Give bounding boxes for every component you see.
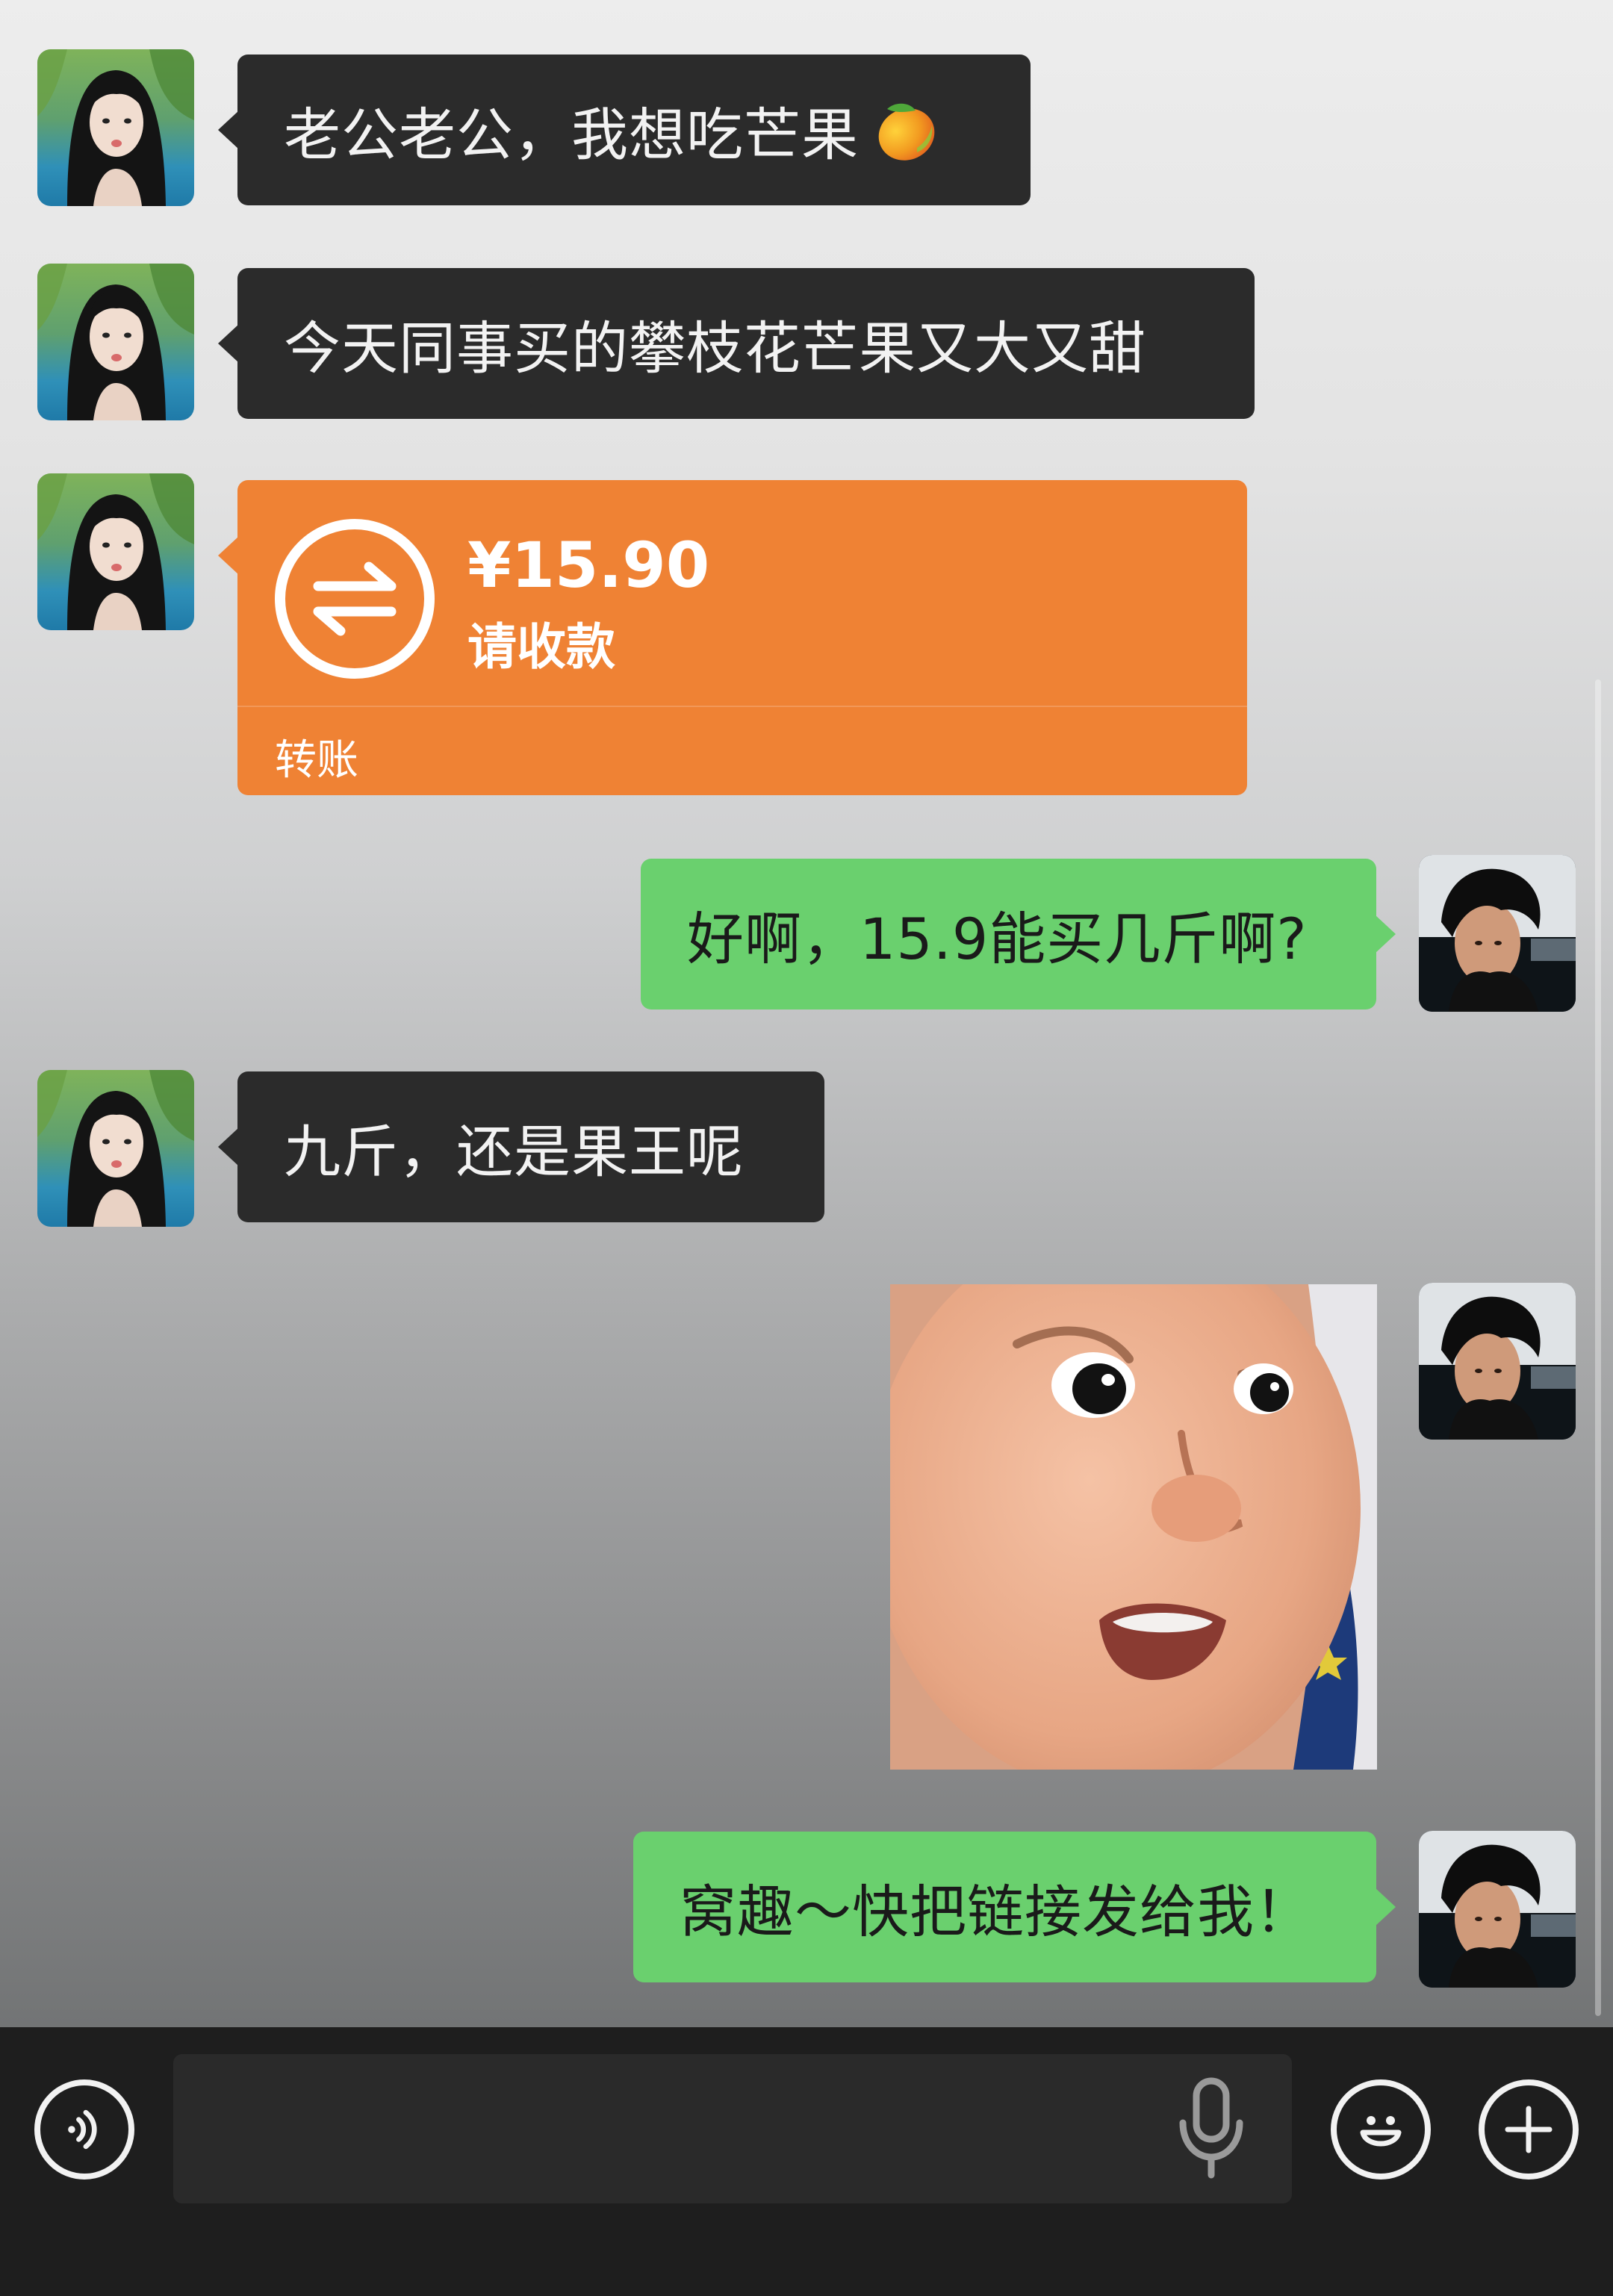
- mango-icon: [871, 96, 939, 164]
- message-text: 九斤，还是果王呢: [284, 1119, 744, 1185]
- my-avatar-image: [1419, 1283, 1576, 1440]
- transfer-status: 请收款: [467, 618, 615, 676]
- chat-scrollbar[interactable]: [1595, 679, 1601, 2016]
- input-bar: [0, 2027, 1613, 2296]
- emoji-icon: [1360, 2116, 1402, 2147]
- contact-avatar[interactable]: [37, 264, 194, 420]
- transfer-card[interactable]: ¥15.90 请收款 转账: [218, 480, 1247, 795]
- my-avatar[interactable]: [1419, 1831, 1576, 1988]
- my-avatar[interactable]: [1419, 1283, 1576, 1440]
- message-bubble-outgoing[interactable]: 窝趣～快把链接发给我！: [633, 1832, 1396, 1982]
- voice-icon: [68, 2109, 97, 2150]
- transfer-arrows-icon: [273, 517, 436, 680]
- mic-icon[interactable]: [1171, 2076, 1252, 2181]
- my-avatar-image: [1419, 1831, 1576, 1988]
- contact-avatar-image: [37, 1070, 194, 1227]
- contact-avatar-image: [37, 264, 194, 420]
- message-text: 窝趣～快把链接发给我！: [680, 1879, 1312, 1945]
- transfer-divider: [237, 706, 1247, 707]
- chat-area[interactable]: 老公老公，我想吃芒果 今天同事买的攀枝花芒果又大又甜 ¥15.90 请收款 转账…: [0, 0, 1613, 2027]
- message-bubble-incoming[interactable]: 九斤，还是果王呢: [218, 1071, 824, 1222]
- transfer-amount: ¥15.90: [467, 529, 710, 602]
- my-avatar[interactable]: [1419, 855, 1576, 1012]
- emoji-button[interactable]: [1331, 2079, 1431, 2180]
- voice-button[interactable]: [34, 2079, 134, 2180]
- plus-icon: [1505, 2106, 1553, 2153]
- contact-avatar-image: [37, 473, 194, 630]
- baby-meme-sticker: [890, 1284, 1377, 1770]
- message-bubble-outgoing[interactable]: 好啊，15.9能买几斤啊?: [641, 859, 1396, 1009]
- contact-avatar[interactable]: [37, 49, 194, 206]
- contact-avatar[interactable]: [37, 1070, 194, 1227]
- message-input[interactable]: [173, 2054, 1292, 2203]
- plus-button[interactable]: [1479, 2079, 1579, 2180]
- message-bubble-incoming[interactable]: 老公老公，我想吃芒果: [218, 55, 1031, 205]
- contact-avatar-image: [37, 49, 194, 206]
- sticker-image-message[interactable]: [890, 1284, 1377, 1770]
- message-text: 老公老公，我想吃芒果: [284, 102, 859, 168]
- my-avatar-image: [1419, 855, 1576, 1012]
- transfer-label: 转账: [275, 736, 358, 785]
- message-text: 好啊，15.9能买几斤啊?: [687, 906, 1308, 972]
- message-bubble-incoming[interactable]: 今天同事买的攀枝花芒果又大又甜: [218, 268, 1255, 419]
- message-text: 今天同事买的攀枝花芒果又大又甜: [284, 315, 1146, 382]
- contact-avatar[interactable]: [37, 473, 194, 630]
